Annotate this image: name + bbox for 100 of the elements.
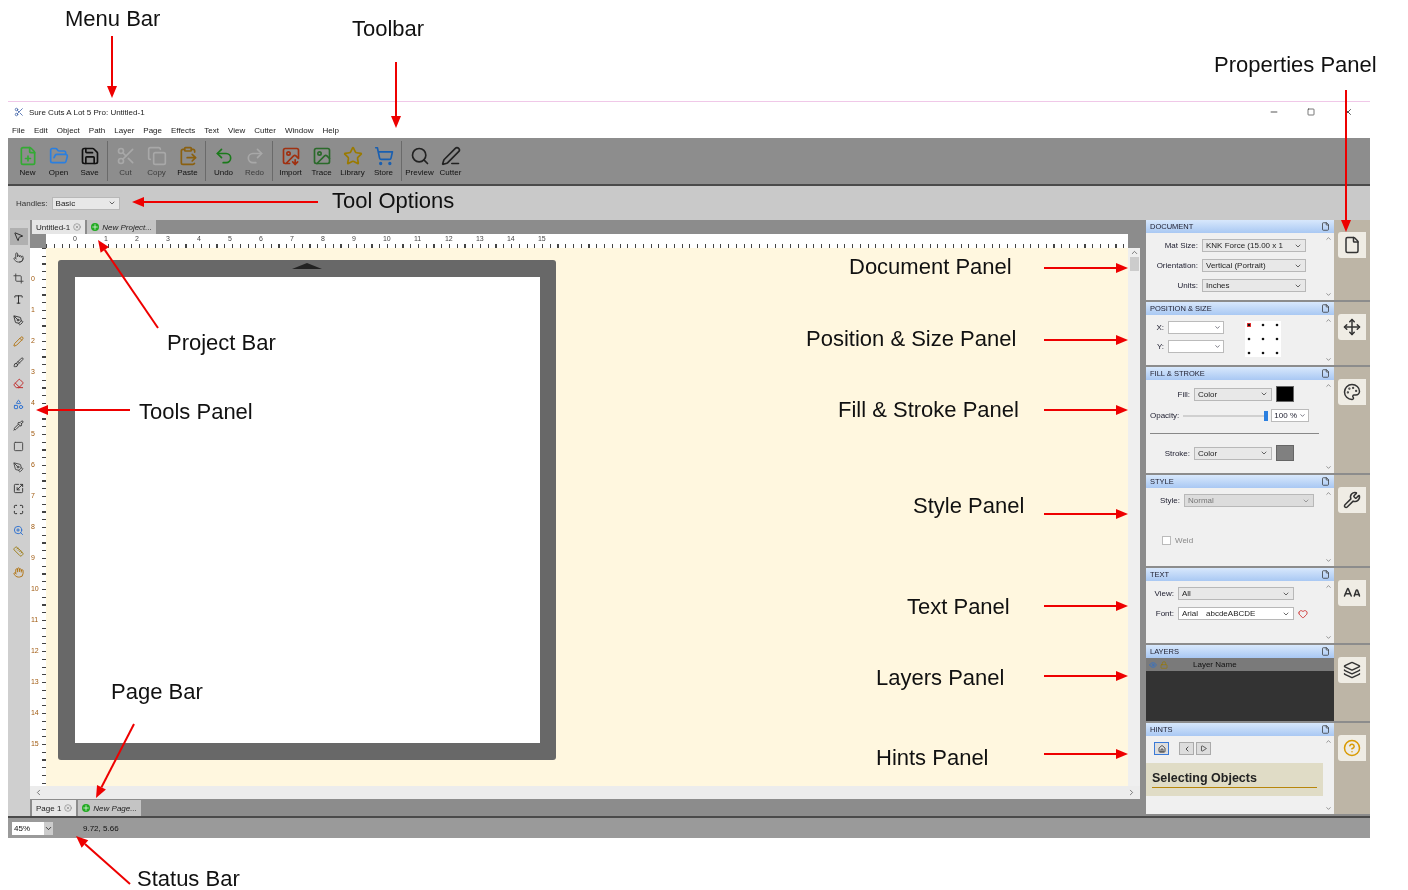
dropdown[interactable]: Inches: [1202, 279, 1306, 292]
field-label: Stroke:: [1163, 448, 1190, 458]
dropdown[interactable]: Color: [1194, 387, 1272, 401]
toolbar-button[interactable]: Store: [368, 141, 399, 181]
undock-icon[interactable]: [1321, 477, 1330, 486]
menu-item[interactable]: Path: [88, 125, 106, 135]
crop-icon: [13, 273, 25, 284]
menu-item[interactable]: Layer: [114, 125, 135, 135]
hint-title: Selecting Objects: [1152, 771, 1317, 788]
panel-toggle-button[interactable]: [1338, 735, 1366, 761]
close-icon[interactable]: [73, 223, 82, 231]
slider-thumb[interactable]: [1263, 410, 1268, 421]
column-header: Layer Name: [1193, 660, 1237, 669]
scroll-up-icon: [1325, 317, 1332, 324]
menu-item[interactable]: Help: [322, 125, 339, 135]
help-icon: [1343, 739, 1361, 757]
scroll-right-icon: [1127, 788, 1136, 797]
undock-icon[interactable]: [1321, 647, 1330, 656]
menu-item[interactable]: View: [227, 125, 246, 135]
horizontal-scrollbar[interactable]: [29, 786, 1140, 799]
toolbar-button[interactable]: Undo: [208, 141, 239, 181]
play-icon: [1200, 745, 1207, 752]
toolbar-button[interactable]: Paste: [172, 141, 203, 181]
pen-icon: [440, 145, 461, 166]
dropdown[interactable]: KNK Force (15.00 x 1: [1202, 239, 1306, 252]
scroll-down-icon: [1325, 291, 1332, 298]
canvas[interactable]: [45, 248, 1128, 786]
panel-toggle-button[interactable]: [1338, 314, 1366, 340]
toolbar-button[interactable]: New: [12, 141, 43, 181]
ruler-icon: [13, 546, 25, 557]
add-tab-button[interactable]: New Page...: [78, 800, 141, 816]
shapes-icon: [13, 399, 25, 410]
maximize-icon: [1307, 108, 1315, 116]
tool-button[interactable]: [10, 228, 28, 245]
toolbar-button[interactable]: Preview: [404, 141, 435, 181]
color-swatch[interactable]: [1276, 445, 1294, 461]
callout-label: Text Panel: [907, 594, 1010, 620]
panel-toggle-button[interactable]: [1338, 232, 1366, 258]
menu-item[interactable]: Edit: [33, 125, 48, 135]
undock-icon[interactable]: [1321, 369, 1330, 378]
scissors-icon: [115, 145, 136, 166]
scroll-up-icon: [1325, 382, 1332, 389]
handles-dropdown[interactable]: Basic: [51, 196, 120, 210]
panel-toggle-button[interactable]: [1338, 580, 1366, 606]
callout-label: Menu Bar: [65, 6, 161, 32]
menu-item[interactable]: Object: [56, 125, 80, 135]
toolbar-button[interactable]: Open: [43, 141, 74, 181]
menu-item[interactable]: Cutter: [254, 125, 276, 135]
forward-button[interactable]: [1196, 742, 1211, 755]
plus-icon: [91, 223, 100, 231]
toolbar-button[interactable]: Import: [275, 141, 306, 181]
palette-icon: [1343, 383, 1361, 401]
menu-item[interactable]: Text: [204, 125, 219, 135]
field-label: Y:: [1155, 342, 1164, 351]
undock-icon[interactable]: [1321, 222, 1330, 231]
image-icon: [311, 145, 332, 166]
number-field[interactable]: [1168, 340, 1224, 353]
undock-icon[interactable]: [1321, 725, 1330, 734]
menu-item[interactable]: File: [12, 125, 25, 135]
heart-icon[interactable]: [1298, 608, 1308, 619]
scrollbar-thumb[interactable]: [1129, 257, 1139, 271]
font-dropdown[interactable]: Arial abcdeABCDE: [1178, 607, 1294, 620]
anchor-grid[interactable]: [1245, 321, 1281, 357]
dropdown[interactable]: Color: [1194, 446, 1272, 460]
dropdown[interactable]: Vertical (Portrait): [1202, 259, 1306, 272]
undock-icon[interactable]: [1321, 570, 1330, 579]
toolbar-button[interactable]: Cutter: [435, 141, 466, 181]
folder-icon: [48, 145, 69, 166]
add-tab-button[interactable]: New Project...: [87, 220, 156, 234]
home-icon: [1157, 744, 1166, 753]
callout-label: Page Bar: [111, 679, 203, 705]
vertical-scrollbar[interactable]: [1128, 248, 1140, 786]
zoom-dropdown[interactable]: 45%: [12, 821, 53, 835]
color-swatch[interactable]: [1276, 386, 1294, 402]
undock-icon[interactable]: [1321, 304, 1330, 313]
toolbar-button[interactable]: Save: [74, 141, 105, 181]
callout-label: Style Panel: [913, 493, 1025, 519]
menu-item[interactable]: Window: [284, 125, 314, 135]
tab[interactable]: Untitled-1: [31, 220, 86, 234]
panel-toggle-button[interactable]: [1338, 657, 1366, 683]
copy-icon: [146, 145, 167, 166]
number-field[interactable]: [1168, 321, 1224, 334]
panel-toggle-button[interactable]: [1338, 487, 1366, 513]
toolbar-button[interactable]: Library: [337, 141, 368, 181]
back-button[interactable]: [1179, 742, 1194, 755]
field-label: Font:: [1154, 609, 1174, 618]
menu-item[interactable]: Page: [143, 125, 162, 135]
close-icon[interactable]: [64, 804, 73, 812]
toolbar-button[interactable]: Trace: [306, 141, 337, 181]
home-button[interactable]: [1154, 742, 1169, 755]
dropdown[interactable]: All: [1178, 587, 1294, 600]
caret-icon: [1260, 390, 1268, 398]
hand-pointer-icon: [13, 252, 25, 263]
panel-toggle-button[interactable]: [1338, 379, 1366, 405]
tab[interactable]: Page 1: [31, 800, 77, 816]
callout-label: Layers Panel: [876, 665, 1005, 691]
number-field[interactable]: 100 %: [1271, 409, 1310, 422]
menu-item[interactable]: Effects: [171, 125, 196, 135]
import-image-icon: [280, 145, 301, 166]
wrench-icon: [1343, 491, 1361, 509]
